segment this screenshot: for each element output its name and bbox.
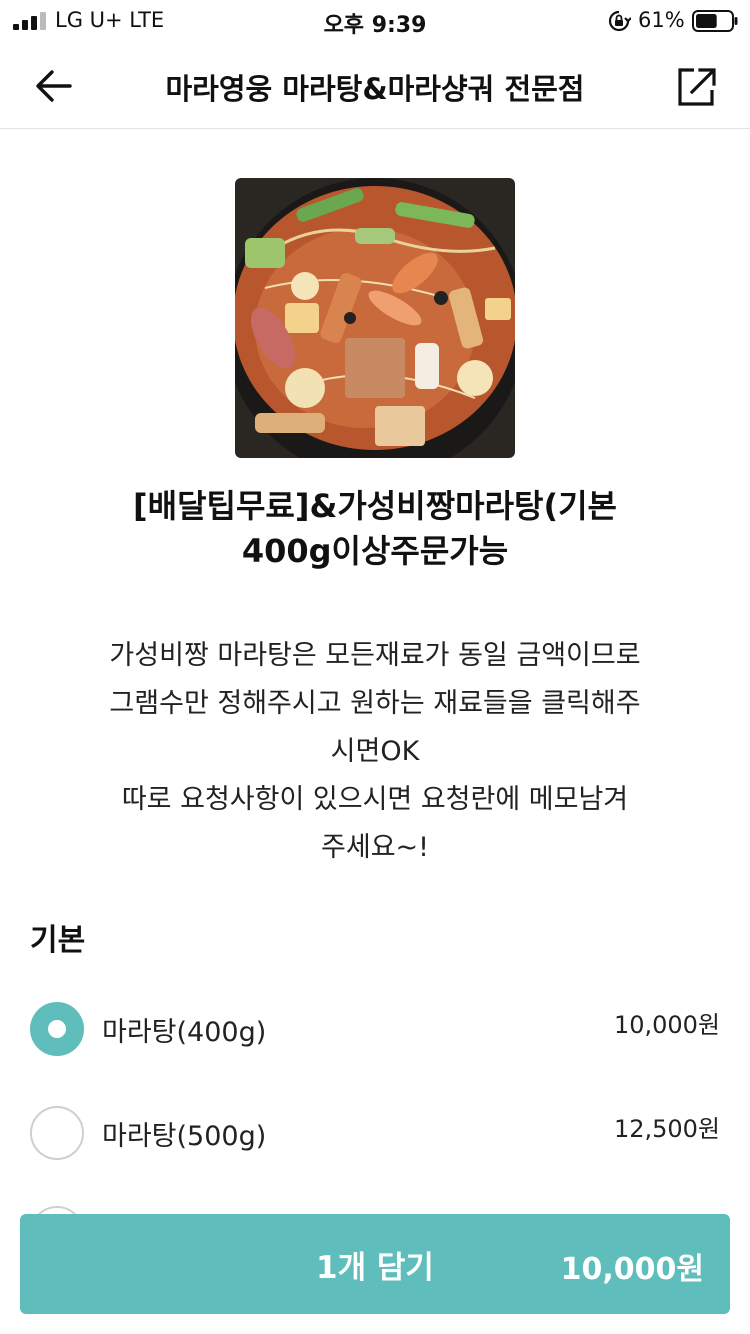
option-row-0[interactable]: 마라탕(400g) 10,000원	[0, 996, 750, 1066]
product-name-line1: [배달팁무료]&가성비짱마라탕(기본	[133, 487, 617, 525]
product-description: 가성비짱 마라탕은 모든재료가 동일 금액이므로 그램수만 정해주시고 원하는 …	[109, 640, 641, 863]
product-image	[235, 178, 515, 458]
product-name-line2: 400g이상주문가능	[241, 532, 509, 570]
page-title: 마라영웅 마라탕&마라샹궈 전문점	[165, 72, 585, 106]
option-row-1[interactable]: 마라탕(500g) 12,500원	[0, 1100, 750, 1170]
option-label: 마라탕(400g)	[102, 1017, 267, 1048]
rotation-lock-icon	[608, 10, 631, 32]
option-price: 12,500원	[613, 1115, 720, 1143]
battery-percentage: 61%	[638, 8, 685, 32]
cart-total-price: 10,000원	[560, 1252, 704, 1287]
battery-icon	[692, 10, 738, 32]
app-header: 마라영웅 마라탕&마라샹궈 전문점	[0, 44, 750, 129]
arrow-left-icon[interactable]	[30, 64, 78, 108]
share-external-icon[interactable]	[672, 62, 720, 110]
status-bar: LG U+ LTE 오후 9:39 61%	[0, 0, 750, 44]
product-name: [배달팁무료]&가성비짱마라탕(기본 400g이상주문가능	[60, 484, 690, 574]
option-section-title: 기본	[30, 923, 86, 958]
option-label: 마라탕(500g)	[102, 1121, 267, 1152]
add-to-cart-button[interactable]: 1개 담기 10,000원	[20, 1214, 730, 1314]
radio-unselected-icon[interactable]	[30, 1106, 84, 1160]
option-price: 10,000원	[613, 1011, 720, 1039]
radio-selected-icon[interactable]	[30, 1002, 84, 1056]
